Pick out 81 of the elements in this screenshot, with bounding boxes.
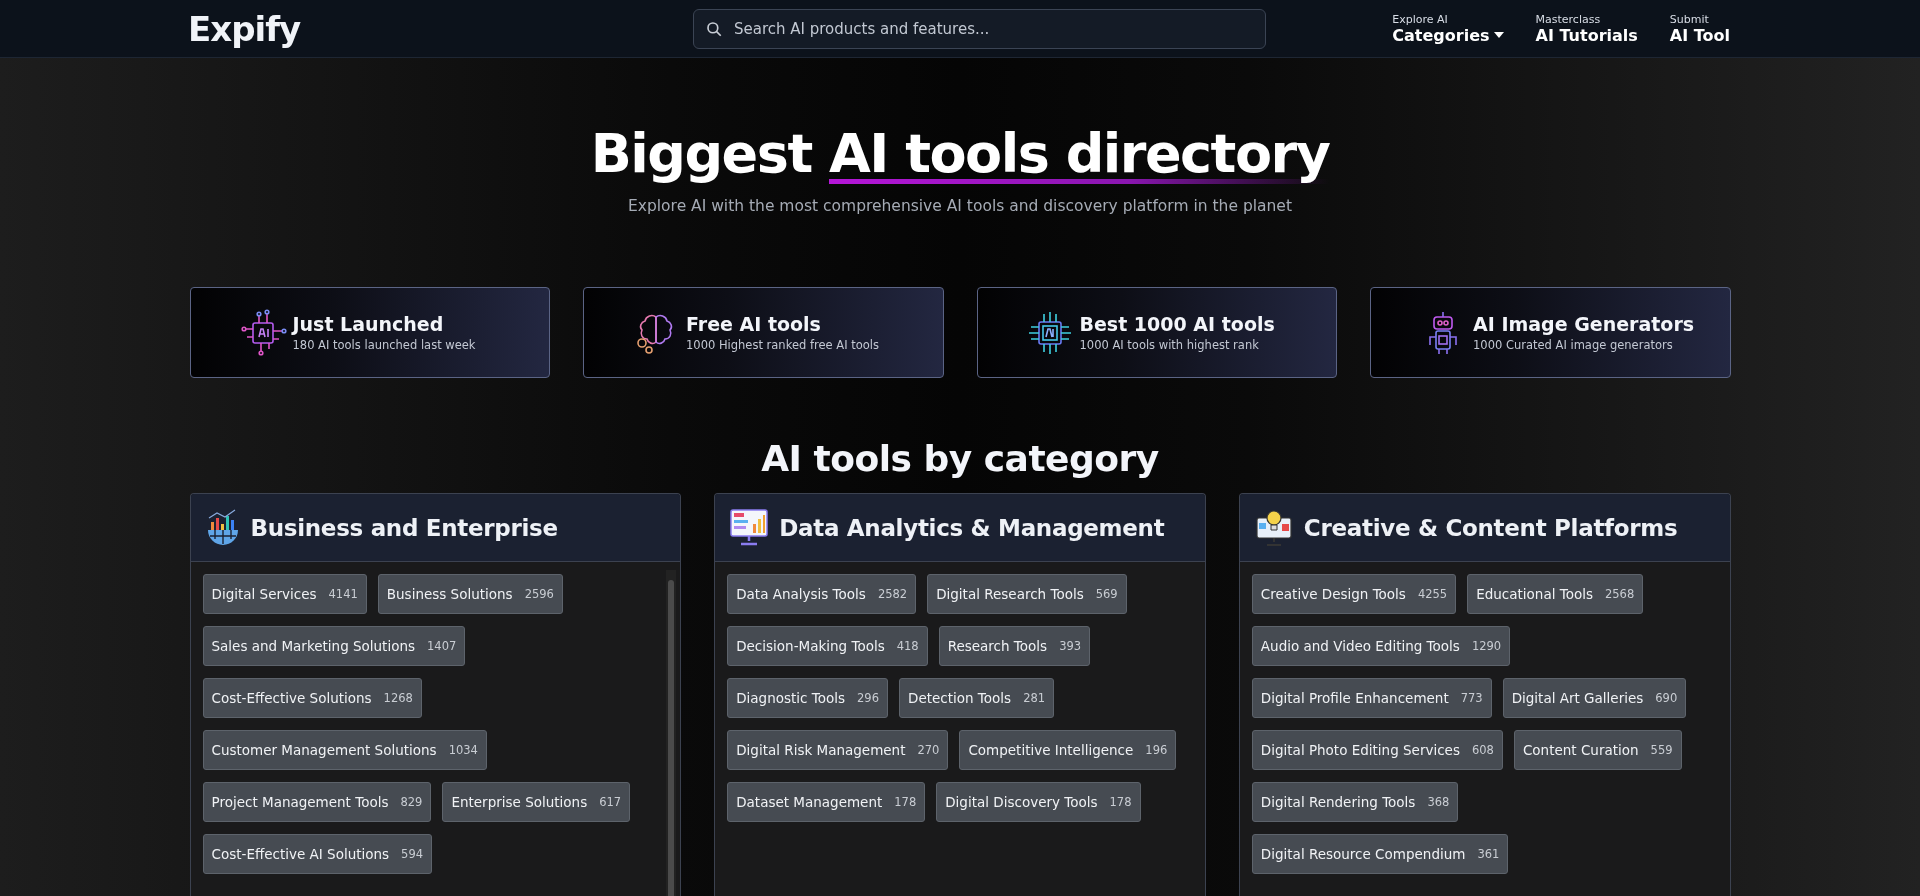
tool-count: 178 (1109, 795, 1132, 809)
category-tag[interactable]: Creative Design Tools 4255 (1251, 574, 1457, 614)
tool-count: 608 (1471, 743, 1494, 757)
category-tag[interactable]: Educational Tools 2568 (1467, 574, 1644, 614)
tool-count: 1268 (383, 691, 413, 705)
category-tag[interactable]: Digital Art Galleries 690 (1502, 678, 1687, 718)
ai-chip-icon (238, 308, 287, 357)
feature-subtitle: 1000 Highest ranked free AI tools (686, 338, 879, 352)
tool-count: 2596 (524, 587, 554, 601)
monitor-bulb-icon (1253, 507, 1294, 548)
category-tag[interactable]: Diagnostic Tools 296 (727, 678, 888, 718)
feature-card[interactable]: Just Launched 180 AI tools launched last week (189, 287, 550, 378)
search-field[interactable]: Search AI products and features... (693, 8, 1266, 49)
feature-title: Best 1000 AI tools (1079, 313, 1275, 335)
category-tag[interactable]: Enterprise Solutions 617 (442, 782, 631, 822)
tool-count: 393 (1059, 639, 1082, 653)
feature-card[interactable]: Free AI tools 1000 Highest ranked free AI tools (583, 287, 944, 378)
feature-subtitle: 1000 AI tools with highest rank (1079, 338, 1260, 352)
category-tag[interactable]: Cost-Effective Solutions 1268 (202, 678, 422, 718)
scrollbar[interactable] (666, 570, 677, 896)
tool-count: 829 (400, 795, 423, 809)
tool-count: 2568 (1604, 587, 1635, 601)
tool-count: 178 (894, 795, 917, 809)
nav-link[interactable]: Masterclass AI Tutorials (1535, 12, 1638, 45)
tool-count: 1034 (448, 743, 478, 757)
category-tag[interactable]: Content Curation 559 (1513, 730, 1682, 770)
category-title: Business and Enterprise (250, 514, 558, 541)
tool-count: 617 (599, 795, 622, 809)
category-tag[interactable]: Digital Photo Editing Services 608 (1251, 730, 1503, 770)
category-tag[interactable]: Cost-Effective AI Solutions 594 (202, 834, 433, 874)
category-tag[interactable]: Digital Research Tools 569 (927, 574, 1127, 614)
tool-count: 1407 (427, 639, 457, 653)
tool-count: 594 (401, 847, 424, 861)
tool-count: 281 (1023, 691, 1046, 705)
tool-count: 569 (1095, 587, 1118, 601)
search-icon (705, 19, 723, 38)
tool-count: 2582 (877, 587, 908, 601)
category-tag[interactable]: Audio and Video Editing Tools 1290 (1251, 626, 1511, 666)
feature-title: Just Launched (292, 313, 445, 335)
category-tag[interactable]: Project Management Tools 829 (202, 782, 432, 822)
tool-count: 418 (896, 639, 919, 653)
category-tag[interactable]: Digital Resource Compendium 361 (1251, 834, 1509, 874)
tool-count: 690 (1655, 691, 1678, 705)
category-tag[interactable]: Customer Management Solutions 1034 (202, 730, 487, 770)
category-tag[interactable]: Digital Services 4141 (202, 574, 367, 614)
category-title: Data Analytics & Management (779, 514, 1165, 541)
category-title: Creative & Content Platforms (1303, 514, 1678, 541)
tool-count: 361 (1477, 847, 1500, 861)
feature-subtitle: 1000 Curated AI image generators (1473, 338, 1674, 352)
monitor-chart-icon (729, 507, 770, 548)
tool-count: 196 (1145, 743, 1168, 757)
category-tag[interactable]: Business Solutions 2596 (377, 574, 563, 614)
feature-title: AI Image Generators (1473, 313, 1695, 335)
category-tag[interactable]: Digital Profile Enhancement 773 (1251, 678, 1492, 718)
category-tag[interactable]: Competitive Intelligence 196 (959, 730, 1177, 770)
tool-count: 296 (857, 691, 879, 705)
nav-link[interactable]: Submit AI Tool (1669, 12, 1730, 45)
category-tag[interactable]: Detection Tools 281 (899, 678, 1055, 718)
section-heading: AI tools by category (760, 438, 1160, 479)
category-tag[interactable]: Data Analysis Tools 2582 (727, 574, 917, 614)
category-tag[interactable]: Digital Discovery Tools 178 (936, 782, 1141, 822)
tool-count: 270 (917, 743, 940, 757)
feature-subtitle: 180 AI tools launched last week (292, 338, 476, 352)
feature-title: Free AI tools (686, 313, 822, 335)
category-tag[interactable]: Sales and Marketing Solutions 1407 (202, 626, 466, 666)
category-tag[interactable]: Dataset Management 178 (727, 782, 926, 822)
feature-card[interactable]: Best 1000 AI tools 1000 AI tools with highest rank (976, 287, 1337, 378)
tool-count: 368 (1427, 795, 1450, 809)
category-tag[interactable]: Digital Rendering Tools 368 (1251, 782, 1459, 822)
tool-count: 4141 (328, 587, 358, 601)
tool-count: 773 (1460, 691, 1483, 705)
page-subtitle: Explore AI with the most comprehensive AI tools and discovery platform in the planet (628, 197, 1292, 215)
tool-count: 559 (1650, 743, 1673, 757)
category-tag[interactable]: Decision-Making Tools 418 (727, 626, 928, 666)
tool-count: 1290 (1471, 639, 1502, 653)
nav-link[interactable]: Explore AI Categories (1392, 12, 1504, 45)
tool-count: 4255 (1417, 587, 1448, 601)
category-tag[interactable]: Research Tools 393 (938, 626, 1091, 666)
category-tag[interactable]: Digital Risk Management 270 (727, 730, 949, 770)
feature-card[interactable]: AI Image Generators 1000 Curated AI image generators (1370, 287, 1731, 378)
logo[interactable]: Expify (188, 8, 693, 49)
